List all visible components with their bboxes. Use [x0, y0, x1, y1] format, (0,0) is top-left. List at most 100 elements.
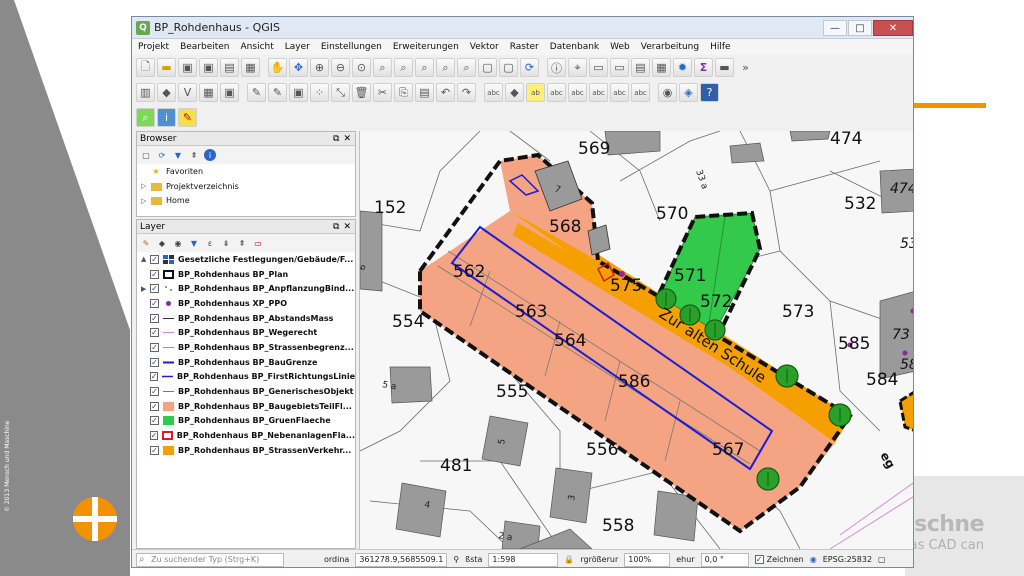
toolbar-overflow-icon[interactable]: »	[736, 58, 755, 77]
coordinate-field[interactable]: 361278.9,5685509.1	[355, 552, 448, 567]
layer-row[interactable]: ✓ BP_Rohdenhaus BP_Wegerecht	[137, 325, 355, 340]
zoom-selection-icon[interactable]: ⌕	[394, 58, 413, 77]
magnifier-field[interactable]: 100%	[624, 552, 671, 567]
attribute-table-icon[interactable]: ▤	[631, 58, 650, 77]
layer-row[interactable]: ✓ BP_Rohdenhaus BP_StrassenVerkehr...	[137, 443, 355, 458]
layer-visibility-checkbox[interactable]: ✓	[150, 313, 159, 323]
scale-dropdown[interactable]: 1:598	[488, 552, 559, 567]
select-features-icon[interactable]: ⌖	[568, 58, 587, 77]
new-bookmark-icon[interactable]: ▢	[478, 58, 497, 77]
minimize-button[interactable]: —	[823, 19, 847, 36]
layer-visibility-checkbox[interactable]: ✓	[150, 357, 159, 367]
layer-row[interactable]: ▶ ✓ BP_Rohdenhaus BP_AnpflanzungBind...	[137, 281, 355, 296]
current-edits-icon[interactable]: ✎	[247, 83, 266, 102]
cut-features-icon[interactable]: ✂	[373, 83, 392, 102]
change-label-icon[interactable]: abc	[631, 83, 650, 102]
add-feature-icon[interactable]: ⁘	[310, 83, 329, 102]
browser-item[interactable]: ▷ Home	[137, 193, 355, 208]
paste-features-icon[interactable]: ▤	[415, 83, 434, 102]
field-calculator-icon[interactable]: ▦	[652, 58, 671, 77]
close-panel-icon[interactable]: ✕	[343, 222, 351, 232]
vertex-tool-icon[interactable]: ⤡	[331, 83, 350, 102]
filter-legend-icon[interactable]: ▼	[188, 237, 200, 249]
label-icon[interactable]: abc	[484, 83, 503, 102]
float-panel-icon[interactable]: ⧉	[333, 222, 339, 232]
show-hide-labels-icon[interactable]: abc	[568, 83, 587, 102]
zoom-last-icon[interactable]: ⌕	[436, 58, 455, 77]
menu-hilfe[interactable]: Hilfe	[710, 42, 730, 52]
zoom-out-icon[interactable]: ⊖	[331, 58, 350, 77]
refresh-icon[interactable]: ⟳	[520, 58, 539, 77]
add-raster-icon[interactable]: V	[178, 83, 197, 102]
delete-selected-icon[interactable]: 🗑	[352, 83, 371, 102]
layer-row[interactable]: ✓ BP_Rohdenhaus BP_FirstRichtungsLinie	[137, 370, 355, 385]
label-settings-icon[interactable]: ◆	[505, 83, 524, 102]
layer-row[interactable]: ✓ BP_Rohdenhaus BP_NebenanlagenFla...	[137, 428, 355, 443]
plugin-search-icon[interactable]: ⌕	[136, 108, 155, 127]
save-edits-icon[interactable]: ▣	[289, 83, 308, 102]
remove-layer-icon[interactable]: ▭	[252, 237, 264, 249]
measure-icon[interactable]: ▬	[715, 58, 734, 77]
highlight-labels-icon[interactable]: ab	[526, 83, 545, 102]
toggle-extents-icon[interactable]: ⚲	[453, 555, 459, 564]
menu-ansicht[interactable]: Ansicht	[241, 42, 274, 52]
layer-visibility-checkbox[interactable]: ✓	[150, 328, 159, 338]
lock-scale-icon[interactable]: 🔒	[564, 555, 574, 564]
map-canvas[interactable]: 569 474 152 570 532 568 474 562 575 571 …	[359, 131, 913, 549]
layer-visibility-checkbox[interactable]: ✓	[150, 416, 159, 426]
save-as-icon[interactable]: ▣	[199, 58, 218, 77]
pan-to-selection-icon[interactable]: ✥	[289, 58, 308, 77]
deselect-icon[interactable]: ▭	[610, 58, 629, 77]
menu-erweiterungen[interactable]: Erweiterungen	[393, 42, 459, 52]
add-group-icon[interactable]: ◆	[156, 237, 168, 249]
menu-vektor[interactable]: Vektor	[470, 42, 499, 52]
zoom-layer-icon[interactable]: ⌕	[415, 58, 434, 77]
plugin-info-icon[interactable]: i	[157, 108, 176, 127]
layout-manager-icon[interactable]: ▦	[241, 58, 260, 77]
layer-visibility-checkbox[interactable]: ✓	[150, 387, 159, 397]
add-postgis-icon[interactable]: ▣	[220, 83, 239, 102]
crs-globe-icon[interactable]: ◉	[810, 555, 817, 564]
show-bookmarks-icon[interactable]: ▢	[499, 58, 518, 77]
rotate-label-icon[interactable]: abc	[610, 83, 629, 102]
layer-visibility-checkbox[interactable]: ✓	[150, 269, 159, 279]
select-by-icon[interactable]: ▭	[589, 58, 608, 77]
layer-visibility-checkbox[interactable]: ✓	[149, 372, 159, 382]
add-selected-icon[interactable]: ▢	[140, 149, 152, 161]
collapse-all-icon[interactable]: ⇞	[188, 149, 200, 161]
open-project-icon[interactable]: ▬	[157, 58, 176, 77]
filter-expression-icon[interactable]: ε	[204, 237, 216, 249]
identify-icon[interactable]: ⓘ	[547, 58, 566, 77]
map-themes-icon[interactable]: ◉	[172, 237, 184, 249]
undo-icon[interactable]: ↶	[436, 83, 455, 102]
layer-row[interactable]: ▲ ✓ Gesetzliche Festlegungen/Gebäude/F...	[137, 252, 355, 267]
statistics-sum-icon[interactable]: Σ	[694, 58, 713, 77]
layer-visibility-checkbox[interactable]: ✓	[149, 431, 159, 441]
move-label-icon[interactable]: abc	[589, 83, 608, 102]
locator-search-input[interactable]: Zu suchender Typ (Strg+K)	[136, 552, 284, 567]
layer-row[interactable]: ✓ BP_Rohdenhaus BP_BauGrenze	[137, 355, 355, 370]
redo-icon[interactable]: ↷	[457, 83, 476, 102]
zoom-next-icon[interactable]: ⌕	[457, 58, 476, 77]
refresh-icon[interactable]: ⟳	[156, 149, 168, 161]
menu-datenbank[interactable]: Datenbank	[550, 42, 599, 52]
rotation-field[interactable]: 0,0 °	[700, 552, 749, 567]
zoom-full-icon[interactable]: ⌕	[373, 58, 392, 77]
zoom-native-icon[interactable]: ⊙	[352, 58, 371, 77]
collapse-all-icon[interactable]: ⇞	[236, 237, 248, 249]
close-panel-icon[interactable]: ✕	[343, 134, 351, 144]
new-project-icon[interactable]: 🗋	[136, 58, 155, 77]
close-button[interactable]: ✕	[873, 19, 913, 36]
data-source-manager-icon[interactable]: ▥	[136, 83, 155, 102]
expand-arrow-icon[interactable]: ▲	[141, 255, 150, 263]
plugin-edit-icon[interactable]: ✎	[178, 108, 197, 127]
layer-visibility-checkbox[interactable]: ✓	[150, 342, 159, 352]
save-project-icon[interactable]: ▣	[178, 58, 197, 77]
settings-icon[interactable]: ✹	[673, 58, 692, 77]
add-vector-icon[interactable]: ◆	[157, 83, 176, 102]
python-console-icon[interactable]: ◈	[679, 83, 698, 102]
expand-arrow-icon[interactable]: ▶	[141, 285, 150, 293]
pan-icon[interactable]: ✋	[268, 58, 287, 77]
expand-all-icon[interactable]: ⇟	[220, 237, 232, 249]
menu-einstellungen[interactable]: Einstellungen	[321, 42, 382, 52]
